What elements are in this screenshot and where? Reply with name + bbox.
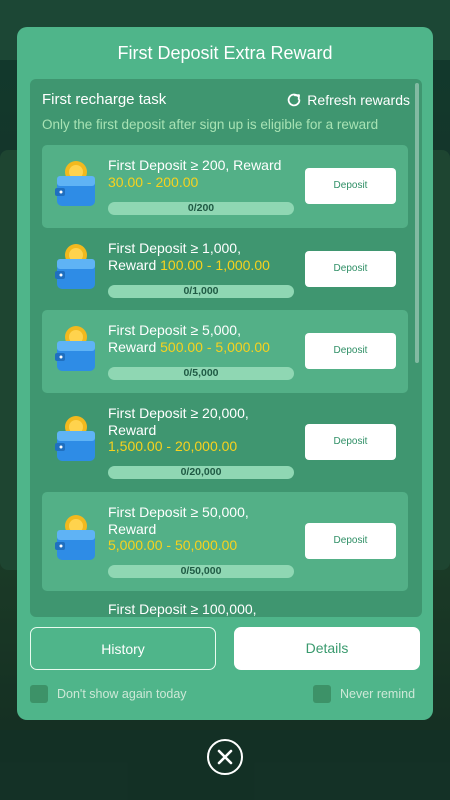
task-reward-range: 1,500.00 - 20,000.00 <box>108 438 238 454</box>
task-progress-bar: 0/1,000 <box>108 285 294 298</box>
task-progress-bar: 0/200 <box>108 202 294 215</box>
task-progress-bar: 0/50,000 <box>108 565 294 578</box>
task-reward-line: Reward 100.00 - 1,000.00 <box>108 257 298 274</box>
task-description: First Deposit ≥ 50,000, Reward 5,000.00 … <box>108 504 298 554</box>
task-header: First recharge task Refresh rewards <box>42 91 410 111</box>
task-item: First Deposit ≥ 100,000, <box>42 591 408 617</box>
task-reward-range: 100.00 - 1,000.00 <box>160 256 270 273</box>
wallet-coin-icon <box>55 326 95 371</box>
close-icon <box>217 749 233 765</box>
task-reward-range: 5,000.00 - 50,000.00 <box>108 537 238 553</box>
details-button[interactable]: Details <box>234 627 420 670</box>
task-description: First Deposit ≥ 20,000, Reward 1,500.00 … <box>108 405 298 455</box>
task-requirement: First Deposit ≥ 50,000, <box>108 504 249 520</box>
never-remind-label: Never remind <box>340 687 416 701</box>
task-progress-bar: 0/20,000 <box>108 466 294 479</box>
task-reward-line: Reward 500.00 - 5,000.00 <box>108 339 298 356</box>
task-description: First Deposit ≥ 5,000, Reward 500.00 - 5… <box>108 322 298 355</box>
deposit-button[interactable]: Deposit <box>305 168 396 204</box>
refresh-icon <box>288 93 301 107</box>
task-requirement: First Deposit ≥ 100,000, <box>108 601 257 617</box>
task-item: First Deposit ≥ 1,000, Reward 100.00 - 1… <box>42 228 408 310</box>
deposit-button[interactable]: Deposit <box>305 523 396 559</box>
task-progress-bar: 0/5,000 <box>108 367 294 380</box>
modal-title: First Deposit Extra Reward <box>117 43 333 63</box>
task-item: First Deposit ≥ 20,000, Reward 1,500.00 … <box>42 393 408 492</box>
task-item: First Deposit ≥ 200, Reward 30.00 - 200.… <box>42 145 408 228</box>
task-reward-word: Reward <box>108 421 157 438</box>
task-panel: First recharge task Refresh rewards Only… <box>30 79 422 617</box>
eligibility-note: Only the first deposit after sign up is … <box>42 117 379 132</box>
task-description: First Deposit ≥ 1,000, Reward 100.00 - 1… <box>108 240 298 273</box>
deposit-button[interactable]: Deposit <box>305 424 396 460</box>
task-reward-word: Reward <box>108 338 157 355</box>
task-list: First Deposit ≥ 200, Reward 30.00 - 200.… <box>42 145 408 617</box>
task-item: First Deposit ≥ 5,000, Reward 500.00 - 5… <box>42 310 408 393</box>
dont-show-today-option[interactable]: Don't show again today <box>30 685 187 703</box>
dont-show-today-checkbox[interactable] <box>30 685 48 703</box>
task-requirement: First Deposit ≥ 1,000, <box>108 240 241 256</box>
task-requirement: First Deposit ≥ 200, Reward <box>108 157 282 173</box>
scrollbar[interactable] <box>415 83 419 363</box>
task-title: First recharge task <box>42 91 167 108</box>
wallet-coin-icon <box>55 244 95 289</box>
task-item: First Deposit ≥ 50,000, Reward 5,000.00 … <box>42 492 408 591</box>
task-reward-range: 500.00 - 5,000.00 <box>160 338 270 355</box>
task-reward-word: Reward <box>108 256 157 273</box>
deposit-button[interactable]: Deposit <box>305 251 396 287</box>
task-requirement: First Deposit ≥ 5,000, <box>108 322 241 338</box>
never-remind-option[interactable]: Never remind <box>313 685 415 703</box>
close-button[interactable] <box>207 739 243 775</box>
task-requirement: First Deposit ≥ 20,000, <box>108 405 249 421</box>
first-deposit-modal: First Deposit Extra Reward First recharg… <box>17 27 433 720</box>
refresh-rewards-button[interactable]: Refresh rewards <box>285 91 410 109</box>
deposit-button[interactable]: Deposit <box>305 333 396 369</box>
task-reward-range: 30.00 - 200.00 <box>108 173 199 190</box>
wallet-coin-icon <box>55 416 95 461</box>
task-description: First Deposit ≥ 200, Reward 30.00 - 200.… <box>108 157 298 190</box>
history-button[interactable]: History <box>30 627 216 670</box>
wallet-coin-icon <box>55 515 95 560</box>
refresh-rewards-label: Refresh rewards <box>307 92 410 108</box>
task-reward-word: Reward <box>108 520 157 537</box>
wallet-coin-icon <box>55 161 95 206</box>
dont-show-today-label: Don't show again today <box>57 687 187 701</box>
never-remind-checkbox[interactable] <box>313 685 331 703</box>
